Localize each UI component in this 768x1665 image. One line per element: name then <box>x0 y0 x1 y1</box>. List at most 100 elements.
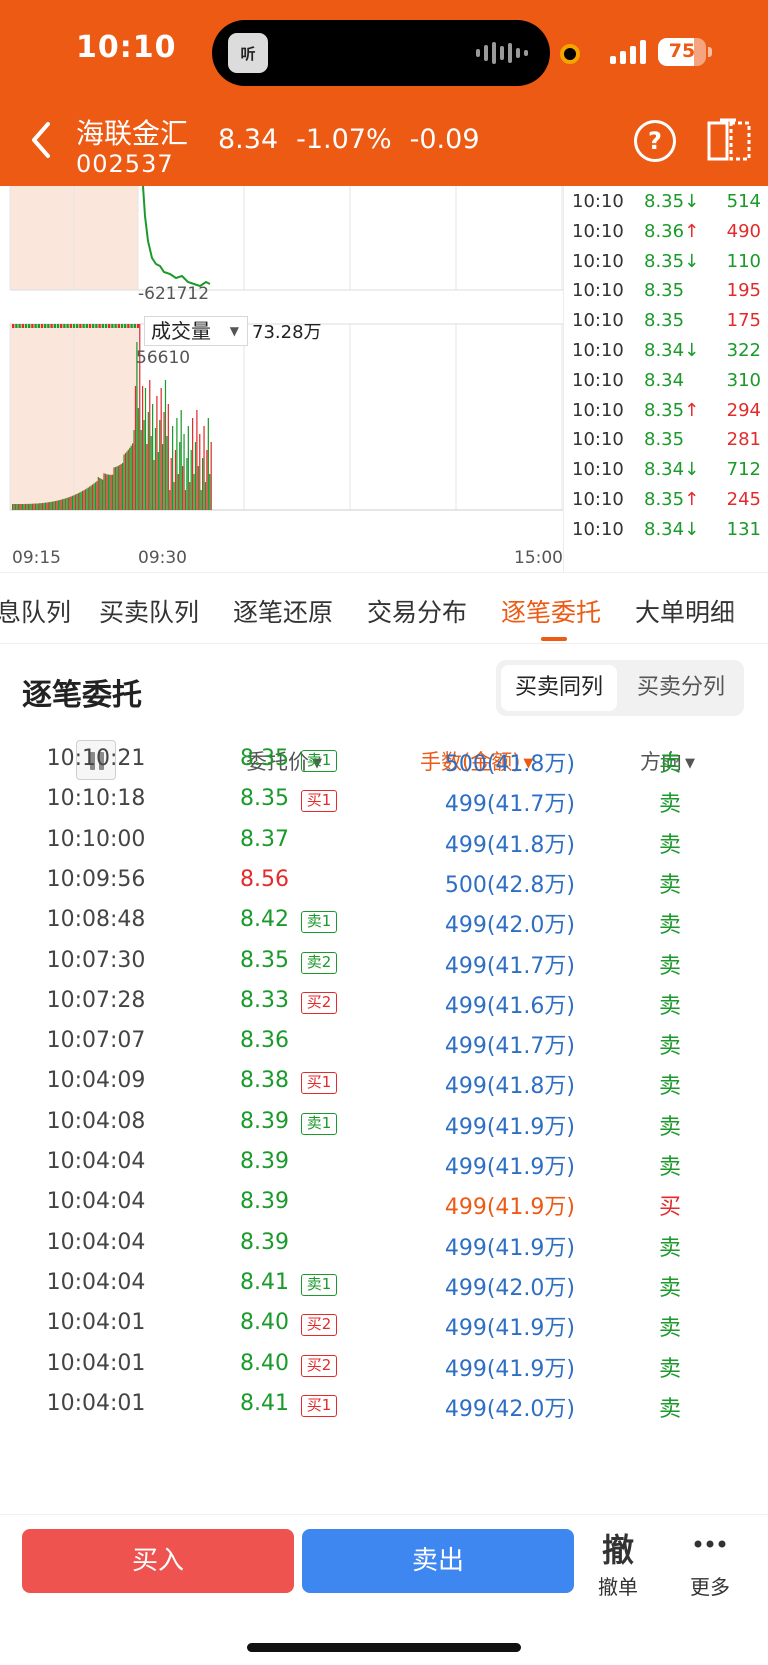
auction-volume-bar <box>124 324 127 328</box>
row-amount: 499(41.9万) <box>444 1356 575 1382</box>
row-price: 8.38 <box>240 1068 289 1094</box>
tick-price-value: 8.34 <box>644 459 685 481</box>
volume-bar <box>83 490 85 510</box>
tick-time: 10:10 <box>572 340 624 361</box>
tab-order-queue[interactable]: 买卖队列 <box>99 593 199 629</box>
row-amount: 499(41.9万) <box>444 1114 575 1140</box>
auction-volume-bar <box>34 324 37 328</box>
volume-bar <box>152 404 154 510</box>
auction-volume-bar <box>72 324 76 328</box>
cancel-order-icon[interactable]: 撤 <box>598 1525 638 1571</box>
cancel-order-label[interactable]: 撤单 <box>593 1571 643 1600</box>
tick-time: 10:10 <box>572 220 624 242</box>
auction-volume-bar <box>136 324 140 328</box>
table-row[interactable]: 10:04:01 8.40 买2 499(41.9万) 卖 <box>0 1310 768 1353</box>
home-indicator <box>247 1643 521 1652</box>
row-time: 10:07:28 <box>46 987 146 1013</box>
buy-button[interactable]: 买入 <box>22 1529 294 1593</box>
volume-bar <box>100 478 102 510</box>
volume-bar <box>66 497 68 510</box>
row-amount: 499(41.8万) <box>444 832 575 858</box>
table-row[interactable]: 10:04:01 8.40 买2 499(41.9万) 卖 <box>0 1351 768 1394</box>
table-row[interactable]: 10:04:04 8.39 499(41.9万) 买 <box>0 1189 768 1232</box>
table-row[interactable]: 10:04:04 8.41 卖1 499(42.0万) 卖 <box>0 1270 768 1313</box>
tick-time: 10:10 <box>572 489 624 510</box>
auction-volume-bar <box>85 324 88 328</box>
row-amount: 499(42.0万) <box>444 913 575 939</box>
tab-entrust-by-entrust[interactable]: 逐笔委托 <box>501 593 601 629</box>
row-amount: 499(41.9万) <box>444 1316 575 1342</box>
table-row[interactable]: 10:04:04 8.39 499(41.9万) 卖 <box>0 1149 768 1192</box>
auction-volume-bar <box>88 324 92 328</box>
volume-bar <box>143 420 145 510</box>
volume-bar <box>150 436 152 510</box>
volume-bar <box>172 426 174 510</box>
volume-bar <box>50 501 52 510</box>
row-direction: 卖 <box>658 1074 681 1100</box>
more-label[interactable]: 更多 <box>683 1571 737 1600</box>
volume-bar <box>169 490 171 510</box>
volume-bar <box>183 434 185 510</box>
tick-volume: 281 <box>726 429 761 451</box>
toggle-split-column[interactable]: 买卖分列 <box>623 665 739 711</box>
volume-bar <box>49 502 51 510</box>
sell-button[interactable]: 卖出 <box>302 1529 574 1593</box>
table-row[interactable]: 10:10:21 8.35 卖1 500(41.8万) 卖 <box>0 746 768 789</box>
table-row[interactable]: 10:04:09 8.38 买1 499(41.8万) 卖 <box>0 1068 768 1111</box>
row-price: 8.39 <box>240 1229 289 1255</box>
volume-bar <box>44 502 47 510</box>
volume-bar <box>207 418 209 510</box>
tick-volume: 110 <box>726 250 761 272</box>
volume-selector-label: 成交量 <box>151 319 211 343</box>
switch-view-icon[interactable] <box>706 118 752 164</box>
table-row[interactable]: 10:07:28 8.33 买2 499(41.6万) 卖 <box>0 988 768 1031</box>
volume-bar <box>146 444 148 510</box>
volume-bar <box>29 503 31 510</box>
tab-large-order-detail[interactable]: 大单明细 <box>635 593 735 629</box>
volume-selector[interactable]: 成交量 ▼ <box>144 316 248 346</box>
status-time: 10:10 <box>76 30 177 65</box>
tick-price-value: 8.35 <box>644 280 685 302</box>
volume-bar <box>209 474 211 510</box>
table-row[interactable]: 10:10:18 8.35 买1 499(41.7万) 卖 <box>0 786 768 829</box>
volume-bar <box>80 491 82 510</box>
tick-price: 8.35↑ <box>644 395 699 427</box>
table-row[interactable]: 10:04:01 8.41 买1 499(42.0万) 卖 <box>0 1391 768 1434</box>
table-row[interactable]: 10:07:30 8.35 卖2 499(41.7万) 卖 <box>0 948 768 991</box>
volume-bar <box>206 450 208 510</box>
table-row[interactable]: 10:04:08 8.39 卖1 499(41.9万) 卖 <box>0 1109 768 1152</box>
row-direction: 卖 <box>658 1155 681 1180</box>
tab-trade-distribution[interactable]: 交易分布 <box>367 593 467 629</box>
toggle-same-column[interactable]: 买卖同列 <box>501 665 617 711</box>
back-arrow-icon[interactable] <box>26 120 58 160</box>
volume-bar <box>14 504 17 510</box>
table-row[interactable]: 10:07:07 8.36 499(41.7万) 卖 <box>0 1028 768 1071</box>
intraday-chart[interactable]: -621712 成交量 ▼ 73.28万 56610 09:15 09:30 1… <box>0 186 563 572</box>
table-row[interactable]: 10:04:04 8.39 499(41.9万) 卖 <box>0 1230 768 1273</box>
table-row[interactable]: 10:09:56 8.56 500(42.8万) 卖 <box>0 867 768 910</box>
table-row[interactable]: 10:08:48 8.42 卖1 499(42.0万) 卖 <box>0 907 768 950</box>
tick-price-value: 8.34 <box>644 340 685 361</box>
tick-list[interactable]: 10:10 8.35↓ 514 10:10 8.36↑ 490 10:10 8.35↓ 110 1… <box>563 186 768 572</box>
volume-bar <box>23 503 25 510</box>
table-row[interactable]: 10:10:00 8.37 499(41.8万) 卖 <box>0 827 768 870</box>
volume-bar <box>64 498 67 510</box>
volume-bar <box>90 485 92 510</box>
volume-bar <box>67 497 69 510</box>
tick-row: 10:10 8.36↑ 490 <box>564 216 768 248</box>
volume-bar <box>32 503 34 510</box>
tab-info-queue[interactable]: 息队列 <box>0 593 71 629</box>
auction-volume-bar <box>76 324 79 328</box>
more-dots-icon[interactable] <box>690 1529 730 1559</box>
volume-bar <box>62 499 64 510</box>
tab-tick-restore[interactable]: 逐笔还原 <box>233 593 333 629</box>
help-icon[interactable]: ? <box>634 120 676 162</box>
volume-bar <box>154 428 157 510</box>
volume-bar <box>173 482 175 510</box>
volume-bar <box>197 466 199 510</box>
volume-bar <box>160 388 162 510</box>
auction-volume-bar <box>95 324 98 328</box>
row-level-badge: 买1 <box>301 1394 337 1417</box>
auction-volume-bar <box>53 324 56 328</box>
volume-bar <box>17 504 19 510</box>
